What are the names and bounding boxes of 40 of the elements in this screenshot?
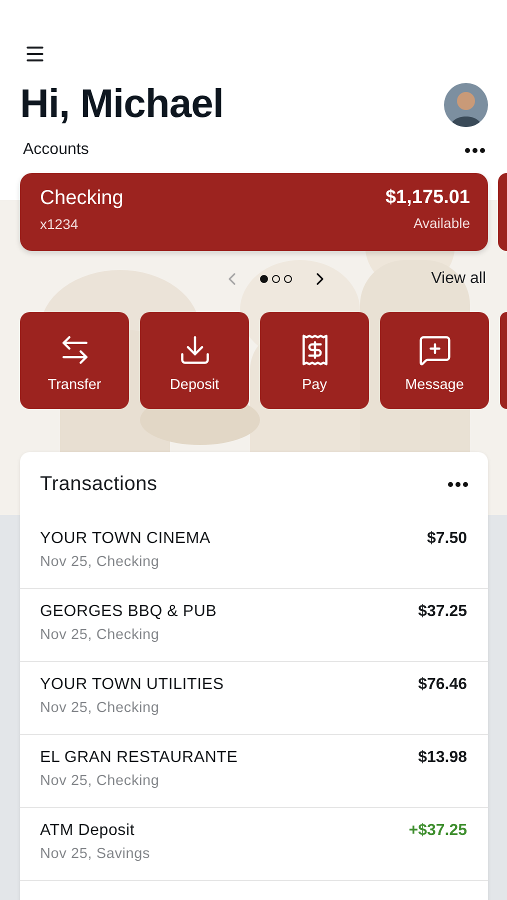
balance-label: Available — [413, 215, 470, 231]
more-icon — [465, 148, 485, 152]
transaction-row[interactable]: ATM Deposit Nov 25, Savings +$37.25 — [20, 808, 488, 881]
transaction-detail: Nov 25, Savings — [40, 846, 150, 862]
transaction-amount: +$37.25 — [408, 822, 467, 841]
merchant-name: YOUR TOWN CINEMA — [40, 530, 210, 548]
transaction-amount: $7.50 — [426, 530, 467, 549]
more-icon — [448, 482, 468, 486]
action-button-edge[interactable] — [500, 312, 507, 409]
transaction-row[interactable]: YOUR TOWN CINEMA Nov 25, Checking $7.50 — [20, 516, 488, 589]
transaction-detail: Nov 25, Checking — [40, 627, 160, 643]
section-title: Accounts — [23, 141, 89, 159]
transaction-detail: Nov 25, Checking — [40, 700, 160, 716]
account-card[interactable]: Checking x1234 $1,175.01 Available — [20, 173, 488, 251]
transaction-amount: $76.46 — [418, 676, 467, 695]
action-button[interactable]: Deposit — [140, 312, 249, 409]
transaction-amount: $13.98 — [418, 749, 467, 768]
card-title: Transactions — [40, 472, 158, 496]
account-name: Checking — [40, 187, 124, 210]
avatar[interactable] — [444, 82, 488, 126]
account-balance: $1,175.01 — [385, 187, 470, 209]
page-dot[interactable] — [284, 275, 292, 283]
merchant-name: GEORGES BBQ & PUB — [40, 603, 217, 621]
action-button[interactable]: Pay — [260, 312, 369, 409]
merchant-name: EL GRAN RESTAURANTE — [40, 749, 238, 767]
transaction-row[interactable]: YOUR TOWN UTILITIES Nov 25, Checking $76.46 — [20, 662, 488, 735]
action-button[interactable]: Transfer — [20, 312, 129, 409]
account-number: x1234 — [40, 216, 78, 232]
greeting-title: Hi, Michael — [20, 82, 224, 127]
transaction-row[interactable]: EL GRAN RESTAURANTE Nov 25, Checking $13.98 — [20, 735, 488, 808]
account-card-edge[interactable] — [498, 173, 507, 251]
action-button[interactable]: Message — [380, 312, 489, 409]
transaction-amount: $37.25 — [418, 603, 467, 622]
merchant-name: YOUR TOWN UTILITIES — [40, 676, 224, 694]
merchant-name: ATM Deposit — [40, 822, 135, 840]
transaction-detail: Nov 25, Checking — [40, 554, 160, 570]
transaction-detail: Nov 25, Checking — [40, 773, 160, 789]
transaction-row[interactable]: GEORGES BBQ & PUB Nov 25, Checking $37.25 — [20, 589, 488, 662]
view-all-link[interactable]: View all — [431, 270, 486, 288]
page-dot[interactable] — [272, 275, 280, 283]
